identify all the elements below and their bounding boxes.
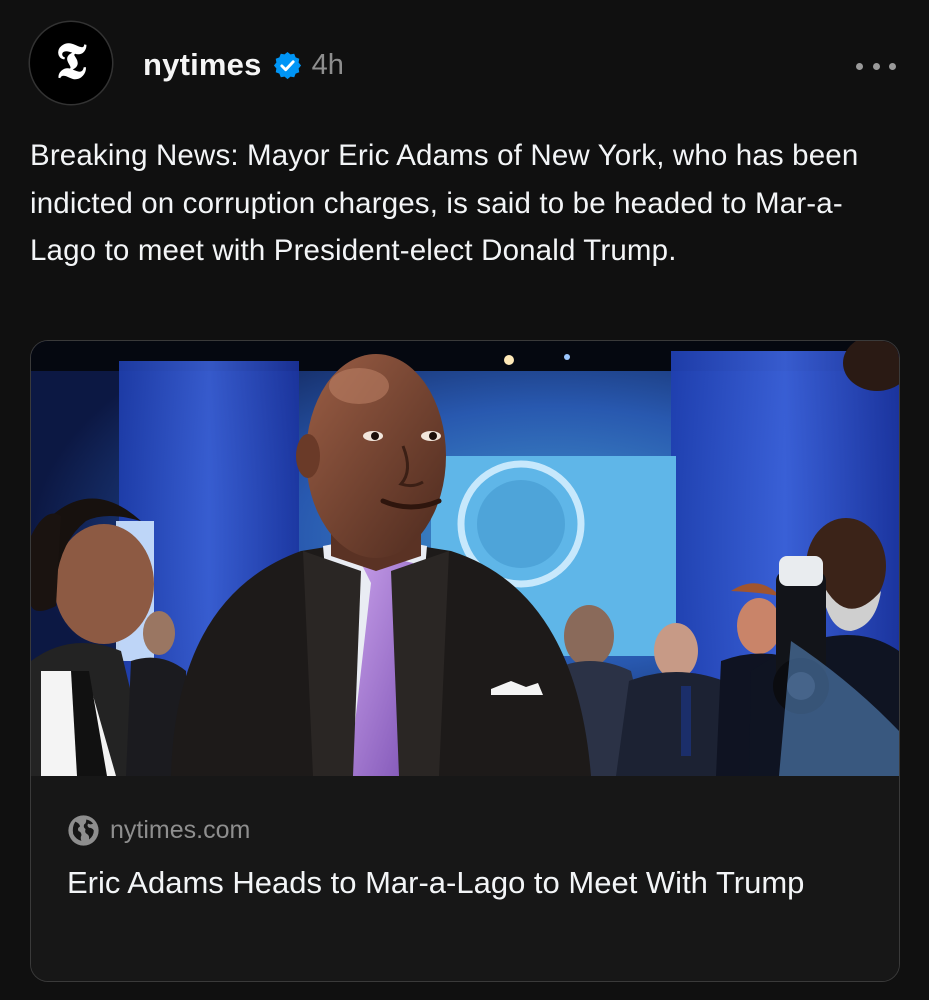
news-photo	[31, 341, 899, 776]
more-dot	[872, 62, 880, 70]
link-preview-image	[31, 341, 899, 776]
username[interactable]: nytimes	[143, 47, 262, 83]
more-options-icon[interactable]	[856, 54, 896, 78]
verified-badge-icon	[273, 51, 301, 79]
timestamp: 4h	[311, 48, 344, 81]
link-preview-card[interactable]: nytimes.com Eric Adams Heads to Mar-a-La…	[30, 340, 900, 982]
more-dot	[856, 62, 863, 70]
link-preview-footer: nytimes.com Eric Adams Heads to Mar-a-La…	[31, 776, 899, 981]
more-dot	[889, 62, 896, 70]
link-domain-row: nytimes.com	[67, 814, 250, 847]
post-caption: Breaking News: Mayor Eric Adams of New Y…	[30, 139, 859, 267]
post-header: nytimes 4h	[143, 45, 344, 85]
globe-icon	[68, 815, 99, 846]
avatar[interactable]: 𝕿	[30, 22, 112, 104]
link-domain: nytimes.com	[110, 816, 251, 844]
link-headline[interactable]: Eric Adams Heads to Mar-a-Lago to Meet W…	[67, 859, 847, 906]
thread-post: 𝕿 nytimes 4h Breaking News: Mayor Eric A…	[0, 0, 929, 1000]
nyt-logo-icon: 𝕿	[55, 31, 87, 90]
